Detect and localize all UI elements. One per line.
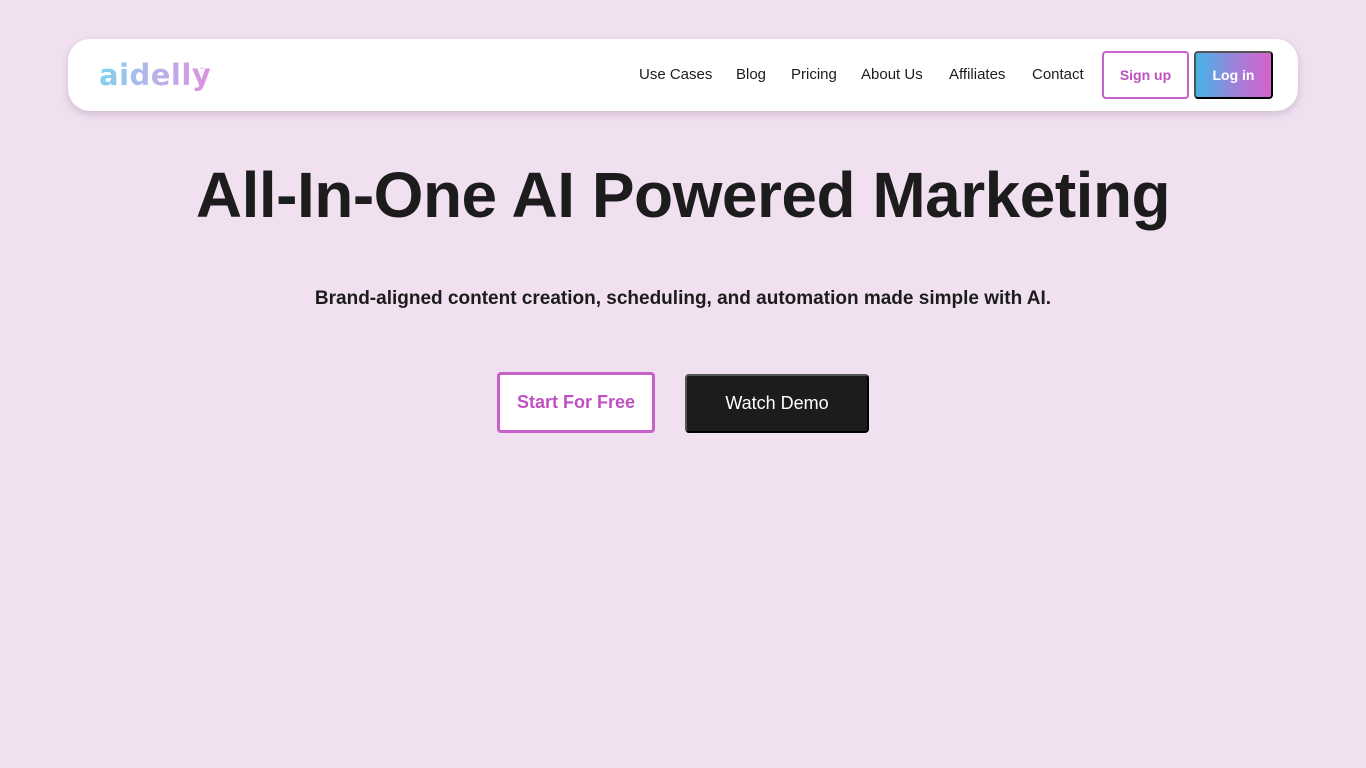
sign-up-button[interactable]: Sign up — [1102, 51, 1189, 99]
hero-title: All-In-One AI Powered Marketing — [195, 159, 1171, 231]
nav-link-contact[interactable]: Contact — [1032, 65, 1084, 85]
logo-trademark: ™ — [199, 67, 205, 74]
start-for-free-button[interactable]: Start For Free — [497, 372, 655, 433]
nav-link-about-us[interactable]: About Us — [861, 65, 923, 85]
nav-link-blog[interactable]: Blog — [736, 65, 766, 85]
top-navbar: aidelly ™ Use Cases Blog Pricing About U… — [68, 39, 1298, 111]
aidelly-logo[interactable]: aidelly — [99, 57, 211, 93]
nav-link-use-cases[interactable]: Use Cases — [639, 65, 712, 85]
watch-demo-button[interactable]: Watch Demo — [685, 374, 869, 433]
log-in-button[interactable]: Log in — [1194, 51, 1273, 99]
nav-link-affiliates[interactable]: Affiliates — [949, 65, 1005, 85]
nav-link-pricing[interactable]: Pricing — [791, 65, 837, 85]
hero-subtitle: Brand-aligned content creation, scheduli… — [314, 288, 1052, 309]
